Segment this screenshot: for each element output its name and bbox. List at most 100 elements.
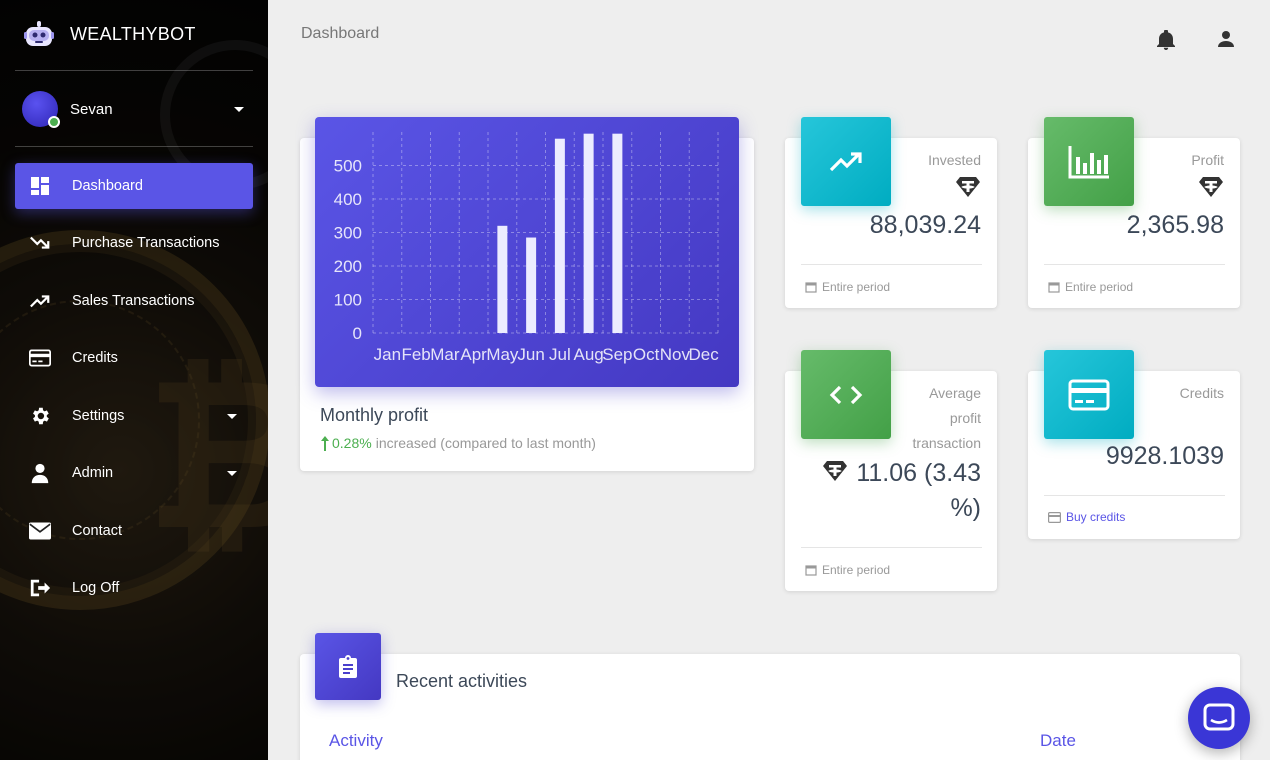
profit-value: 2,365.98 — [1126, 211, 1224, 239]
app-logo[interactable]: WEALTHYBOT — [24, 20, 196, 48]
calendar-icon — [805, 565, 817, 576]
sidebar-divider — [15, 70, 253, 71]
x-tick-label: Jun — [517, 345, 544, 364]
credits-label: Credits — [1179, 385, 1224, 401]
sidebar-item-sales-transactions[interactable]: Sales Transactions — [15, 278, 253, 324]
online-status-dot — [48, 116, 60, 128]
card-divider — [1044, 495, 1225, 496]
column-header-activity[interactable]: Activity — [329, 731, 383, 751]
chart-svg: 0 100 200 300 400 500 Jan Feb Mar Apr MayJun Jul Aug… — [334, 132, 720, 364]
card-divider — [801, 547, 982, 548]
profit-footer-text: Entire period — [1065, 280, 1134, 294]
robot-icon — [24, 20, 54, 48]
mail-icon — [29, 520, 51, 542]
calendar-icon — [805, 282, 817, 293]
avg-profit-value: 11.06 (3.43 — [856, 459, 981, 487]
profit-change-text: increased (compared to last month) — [375, 435, 596, 451]
profit-label: Profit — [1191, 152, 1224, 168]
credits-icon-box — [1044, 350, 1134, 439]
y-tick-label: 100 — [334, 291, 362, 310]
x-tick-label: Dec — [689, 345, 720, 364]
avg-profit-footer-text: Entire period — [822, 563, 891, 577]
chat-button[interactable] — [1188, 687, 1250, 749]
person-icon — [29, 462, 51, 484]
chevron-down-icon — [234, 106, 244, 112]
x-tick-label: Sep — [602, 345, 632, 364]
avg-profit-label-line: Average — [929, 385, 981, 401]
sidebar-item-label: Sales Transactions — [72, 293, 195, 309]
x-tick-label: Feb — [401, 345, 430, 364]
buy-credits-link[interactable]: Buy credits — [1048, 510, 1125, 524]
sidebar-item-label: Settings — [72, 408, 125, 424]
invested-label: Invested — [928, 152, 981, 168]
credits-value: 9928.1039 — [1105, 442, 1224, 470]
chevron-down-icon — [227, 470, 237, 476]
avg-profit-icon-box — [801, 350, 891, 439]
sidebar-item-credits[interactable]: Credits — [15, 335, 253, 381]
user-icon[interactable] — [1217, 30, 1237, 50]
profit-icon-box — [1044, 117, 1134, 206]
column-header-date[interactable]: Date — [1040, 731, 1076, 751]
bar-chart-icon — [1068, 145, 1109, 178]
logout-icon — [29, 577, 51, 599]
profit-change-percent: 0.28% — [332, 435, 372, 451]
recent-activities-card — [300, 654, 1240, 760]
bar — [583, 133, 594, 333]
y-tick-label: 0 — [353, 324, 362, 343]
avg-profit-label: Average profit transaction — [913, 381, 981, 456]
user-menu[interactable]: Sevan — [22, 91, 244, 128]
bell-icon[interactable] — [1157, 29, 1177, 50]
sidebar-divider — [15, 146, 253, 147]
trending-up-icon — [829, 151, 862, 171]
dashboard-icon — [29, 175, 51, 197]
chat-icon — [1203, 703, 1235, 731]
sidebar-item-settings[interactable]: Settings — [15, 393, 253, 439]
chart-title: Monthly profit — [320, 405, 429, 425]
x-tick-label: Jan — [374, 345, 401, 364]
card-divider — [801, 264, 982, 265]
trending-down-icon — [29, 232, 51, 254]
avg-profit-value-cont: %) — [950, 494, 981, 522]
x-tick-label: Mar — [430, 345, 460, 364]
tether-icon — [1199, 177, 1223, 197]
sidebar-item-label: Purchase Transactions — [72, 235, 220, 251]
monthly-profit-chart: 0 100 200 300 400 500 Jan Feb Mar Apr May Jun Jul Aug… — [315, 117, 739, 387]
sidebar-item-label: Contact — [72, 523, 122, 539]
y-tick-label: 300 — [334, 224, 362, 243]
sidebar-item-admin[interactable]: Admin — [15, 450, 253, 496]
credit-card-icon — [1048, 511, 1061, 523]
tether-icon — [823, 461, 847, 481]
profit-footer: Entire period — [1048, 280, 1133, 294]
sidebar-item-log-off[interactable]: Log Off — [15, 565, 253, 611]
sidebar-item-label: Admin — [72, 465, 114, 481]
arrow-up-icon — [321, 436, 329, 451]
code-icon — [829, 385, 863, 404]
sidebar-item-dashboard[interactable]: Dashboard — [15, 163, 253, 209]
credit-card-icon — [29, 347, 51, 369]
bar — [554, 138, 565, 333]
bar — [497, 225, 508, 333]
y-tick-label: 500 — [334, 157, 362, 176]
bar — [612, 133, 623, 333]
sidebar-item-contact[interactable]: Contact — [15, 508, 253, 554]
calendar-icon — [1048, 282, 1060, 293]
buy-credits-text: Buy credits — [1066, 510, 1126, 524]
avg-profit-label-line: transaction — [912, 435, 981, 451]
avg-profit-footer: Entire period — [805, 563, 890, 577]
credit-card-icon — [1068, 379, 1110, 410]
x-tick-label: May — [486, 345, 519, 364]
sidebar: ₿ WEALTHYBOT Sevan Dashboard Purchase Tr… — [0, 0, 268, 760]
trending-up-icon — [29, 290, 51, 312]
sidebar-item-purchase-transactions[interactable]: Purchase Transactions — [15, 220, 253, 266]
recent-activities-title: Recent activities — [396, 671, 528, 691]
page-title: Dashboard — [301, 25, 380, 42]
clipboard-icon — [339, 654, 357, 678]
avg-profit-label-line: profit — [949, 410, 981, 426]
y-tick-label: 200 — [334, 257, 362, 276]
y-tick-label: 400 — [334, 190, 362, 209]
user-name: Sevan — [70, 100, 113, 118]
card-divider — [1044, 264, 1225, 265]
x-tick-label: Oct — [633, 345, 660, 364]
sidebar-item-label: Dashboard — [72, 178, 143, 194]
invested-footer: Entire period — [805, 280, 890, 294]
